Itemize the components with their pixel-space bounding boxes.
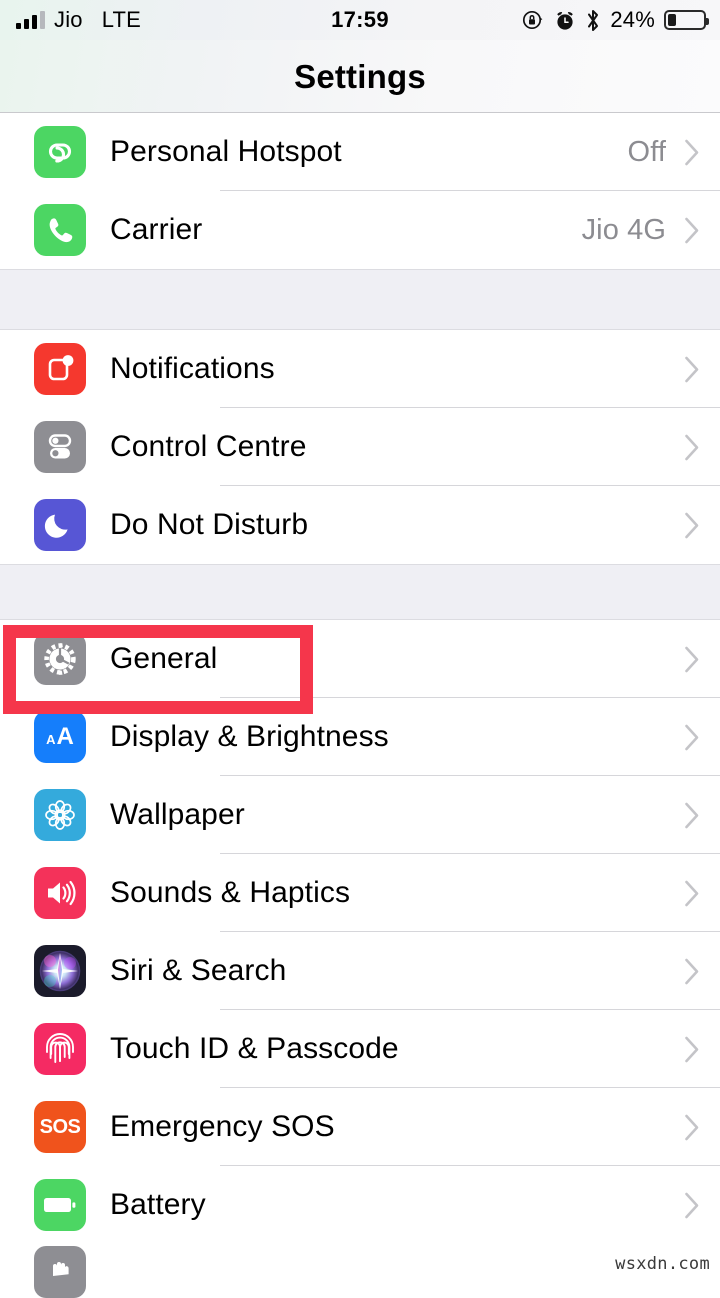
chevron-right-icon	[684, 217, 700, 244]
notifications-icon	[34, 343, 86, 395]
chevron-right-icon	[684, 512, 700, 539]
chevron-right-icon	[684, 880, 700, 907]
row-accessory	[684, 1114, 700, 1141]
row-content: Display & Brightness	[110, 698, 720, 776]
settings-row-sounds-haptics[interactable]: Sounds & Haptics	[0, 854, 720, 932]
row-label: Touch ID & Passcode	[110, 1032, 399, 1065]
row-content: Personal Hotspot Off	[110, 113, 720, 191]
settings-list[interactable]: Personal Hotspot Off Carrier Jio 4G Notifica…	[0, 113, 720, 1298]
do-not-disturb-icon	[34, 499, 86, 551]
battery-icon	[664, 10, 709, 30]
siri-icon	[34, 945, 86, 997]
row-content: Control Centre	[110, 408, 720, 486]
row-content: Wallpaper	[110, 776, 720, 854]
row-label: Personal Hotspot	[110, 135, 342, 168]
settings-row-carrier[interactable]: Carrier Jio 4G	[0, 191, 720, 269]
chevron-right-icon	[684, 1036, 700, 1063]
navigation-bar: Settings	[0, 40, 720, 113]
settings-row-touch-id-passcode[interactable]: Touch ID & Passcode	[0, 1010, 720, 1088]
watermark: wsxdn.com	[615, 1254, 710, 1274]
settings-row-battery[interactable]: Battery	[0, 1166, 720, 1244]
row-accessory	[684, 802, 700, 829]
privacy-icon	[34, 1246, 86, 1298]
row-content: Notifications	[110, 330, 720, 408]
row-content: Sounds & Haptics	[110, 854, 720, 932]
row-accessory	[684, 434, 700, 461]
row-label: Wallpaper	[110, 798, 245, 831]
row-accessory	[684, 512, 700, 539]
chevron-right-icon	[684, 1192, 700, 1219]
settings-row-control-centre[interactable]: Control Centre	[0, 408, 720, 486]
settings-row-general[interactable]: General	[0, 620, 720, 698]
chevron-right-icon	[684, 1114, 700, 1141]
row-label: Sounds & Haptics	[110, 876, 351, 909]
settings-row-siri-search[interactable]: Siri & Search	[0, 932, 720, 1010]
settings-group-system: General A A Display & Brightness Wallpaper So…	[0, 620, 720, 1244]
row-content: Touch ID & Passcode	[110, 1010, 720, 1088]
chevron-right-icon	[684, 139, 700, 166]
row-label: Carrier	[110, 213, 203, 246]
chevron-right-icon	[684, 356, 700, 383]
settings-row-notifications[interactable]: Notifications	[0, 330, 720, 408]
chevron-right-icon	[684, 646, 700, 673]
wallpaper-icon	[34, 789, 86, 841]
display-icon: AA	[34, 711, 86, 763]
row-content: Battery	[110, 1166, 720, 1244]
row-value: Off	[627, 135, 666, 168]
settings-group-connectivity: Personal Hotspot Off Carrier Jio 4G	[0, 113, 720, 269]
row-accessory	[684, 880, 700, 907]
row-accessory	[684, 724, 700, 751]
chevron-right-icon	[684, 434, 700, 461]
settings-row-privacy[interactable]	[0, 1244, 720, 1298]
sos-icon: SOS	[34, 1101, 86, 1153]
row-label: Control Centre	[110, 430, 307, 463]
row-accessory	[684, 356, 700, 383]
settings-group-alerts: Notifications Control Centre Do Not Distur…	[0, 330, 720, 564]
status-bar: Jio LTE 17:59 24%	[0, 0, 720, 40]
page-title: Settings	[294, 57, 426, 95]
row-label: Battery	[110, 1188, 206, 1221]
row-label: Emergency SOS	[110, 1110, 335, 1143]
settings-row-emergency-sos[interactable]: SOS Emergency SOS	[0, 1088, 720, 1166]
row-content: Carrier Jio 4G	[110, 191, 720, 269]
row-accessory	[684, 958, 700, 985]
status-clock: 17:59	[331, 7, 389, 32]
settings-row-personal-hotspot[interactable]: Personal Hotspot Off	[0, 113, 720, 191]
gear-icon	[34, 633, 86, 685]
row-label: Do Not Disturb	[110, 508, 309, 541]
row-label: Display & Brightness	[110, 720, 389, 753]
row-content: Siri & Search	[110, 932, 720, 1010]
row-accessory: Jio 4G	[582, 214, 700, 247]
chevron-right-icon	[684, 724, 700, 751]
row-content: Emergency SOS	[110, 1088, 720, 1166]
settings-row-display-brightness[interactable]: A A Display & Brightness	[0, 698, 720, 776]
row-accessory	[684, 1036, 700, 1063]
section-gap	[0, 269, 720, 330]
chevron-right-icon	[684, 802, 700, 829]
row-label: Notifications	[110, 352, 275, 385]
chevron-right-icon	[684, 958, 700, 985]
row-label: Siri & Search	[110, 954, 287, 987]
fingerprint-icon	[34, 1023, 86, 1075]
phone-icon	[34, 204, 86, 256]
settings-row-do-not-disturb[interactable]: Do Not Disturb	[0, 486, 720, 564]
battery-icon	[34, 1179, 86, 1231]
row-content: Do Not Disturb	[110, 486, 720, 564]
row-content: General	[110, 620, 720, 698]
hotspot-icon	[34, 126, 86, 178]
control-centre-icon	[34, 421, 86, 473]
row-value: Jio 4G	[581, 213, 666, 246]
row-accessory	[684, 646, 700, 673]
row-label: General	[110, 642, 218, 675]
section-gap	[0, 564, 720, 620]
speaker-icon	[34, 867, 86, 919]
row-accessory	[684, 1192, 700, 1219]
settings-row-wallpaper[interactable]: Wallpaper	[0, 776, 720, 854]
row-accessory: Off	[628, 136, 700, 169]
